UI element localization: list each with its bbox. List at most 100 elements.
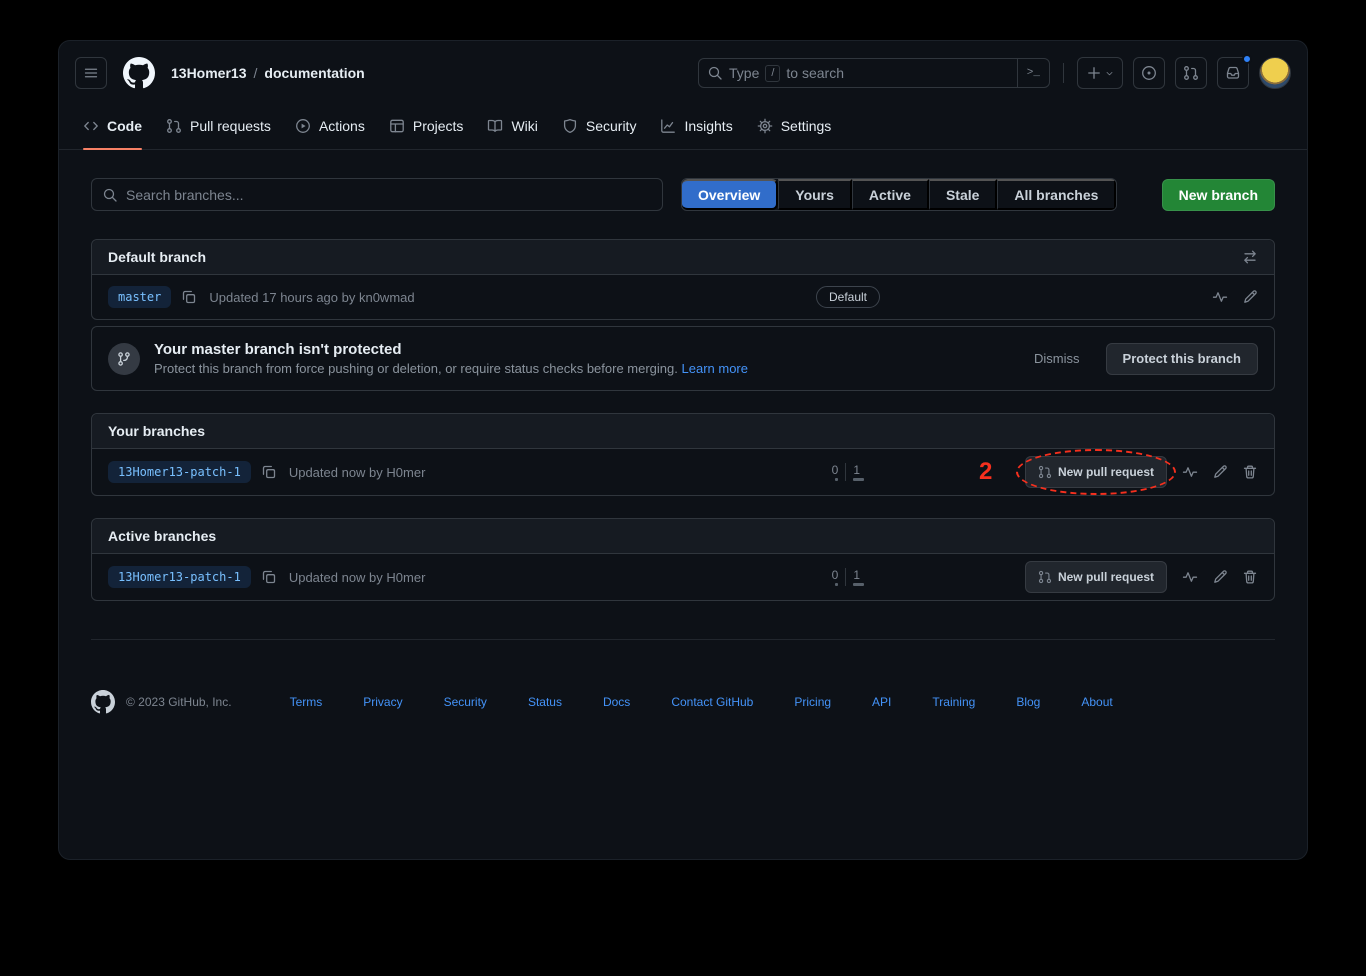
footer-link-pricing[interactable]: Pricing <box>794 695 831 709</box>
rename-branch-button[interactable] <box>1242 289 1258 305</box>
git-pull-request-icon <box>1183 65 1199 81</box>
graph-icon <box>660 118 676 134</box>
branches-toolbar: Overview Yours Active Stale All branches… <box>91 178 1275 211</box>
footer-link-docs[interactable]: Docs <box>603 695 630 709</box>
branch-name-link[interactable]: 13Homer13-patch-1 <box>108 461 251 483</box>
filter-active[interactable]: Active <box>852 179 929 210</box>
pencil-icon <box>1242 289 1258 305</box>
chevron-down-icon <box>1105 69 1114 78</box>
new-pull-request-button[interactable]: New pull request <box>1025 561 1167 593</box>
branch-activity-button[interactable] <box>1182 464 1198 480</box>
new-pull-request-button[interactable]: New pull request <box>1025 456 1167 488</box>
filter-all-branches[interactable]: All branches <box>997 179 1116 210</box>
gear-icon <box>757 118 773 134</box>
copyright-text: © 2023 GitHub, Inc. <box>126 695 232 709</box>
breadcrumb-owner[interactable]: 13Homer13 <box>171 65 247 81</box>
pulse-icon <box>1212 289 1228 305</box>
footer-link-privacy[interactable]: Privacy <box>363 695 402 709</box>
breadcrumb-separator: / <box>254 65 258 81</box>
git-pull-request-icon <box>1038 570 1052 584</box>
footer-link-api[interactable]: API <box>872 695 891 709</box>
copy-branch-button[interactable] <box>181 289 197 305</box>
protect-branch-button[interactable]: Protect this branch <box>1106 343 1258 375</box>
pulse-icon <box>1182 569 1198 585</box>
tab-pull-requests[interactable]: Pull requests <box>158 103 279 149</box>
row-icon-actions <box>1182 569 1258 585</box>
arrow-switch-icon <box>1242 249 1258 265</box>
git-pull-request-icon <box>1038 465 1052 479</box>
branch-activity-button[interactable] <box>1182 569 1198 585</box>
footer-link-terms[interactable]: Terms <box>290 695 323 709</box>
footer-link-training[interactable]: Training <box>932 695 975 709</box>
branch-search-input[interactable] <box>126 187 652 203</box>
rename-branch-button[interactable] <box>1212 464 1228 480</box>
tab-insights[interactable]: Insights <box>652 103 740 149</box>
inbox-button[interactable] <box>1217 57 1249 89</box>
slash-keycap: / <box>765 65 780 82</box>
row-actions <box>888 289 1258 305</box>
plus-icon <box>1086 65 1102 81</box>
pencil-icon <box>1212 569 1228 585</box>
branch-name-link[interactable]: master <box>108 286 171 308</box>
behind-number: 0 <box>832 463 839 477</box>
global-search-input[interactable]: Type / to search >_ <box>698 58 1050 88</box>
trash-icon <box>1242 569 1258 585</box>
global-menu-button[interactable] <box>75 57 107 89</box>
branch-filter-segments: Overview Yours Active Stale All branches <box>681 178 1117 211</box>
branch-activity-button[interactable] <box>1212 289 1228 305</box>
your-branches-panel: Your branches 13Homer13-patch-1 Updated … <box>91 413 1275 496</box>
behind-bar <box>835 478 838 481</box>
footer-link-status[interactable]: Status <box>528 695 562 709</box>
tab-wiki[interactable]: Wiki <box>479 103 545 149</box>
branch-name-link[interactable]: 13Homer13-patch-1 <box>108 566 251 588</box>
filter-overview[interactable]: Overview <box>682 179 778 210</box>
copy-branch-button[interactable] <box>261 464 277 480</box>
global-header: 13Homer13 / documentation Type / to sear… <box>59 41 1307 103</box>
app-window: 13Homer13 / documentation Type / to sear… <box>58 40 1308 860</box>
branch-protection-notice: Your master branch isn't protected Prote… <box>91 326 1275 391</box>
dismiss-link[interactable]: Dismiss <box>1034 351 1080 366</box>
tab-label: Actions <box>319 118 365 134</box>
filter-stale[interactable]: Stale <box>929 179 997 210</box>
git-pull-request-icon <box>166 118 182 134</box>
filter-yours[interactable]: Yours <box>778 179 852 210</box>
inbox-icon <box>1225 65 1241 81</box>
behind-count: 0 <box>825 463 846 481</box>
issues-button[interactable] <box>1133 57 1165 89</box>
footer-link-about[interactable]: About <box>1081 695 1112 709</box>
copy-branch-button[interactable] <box>261 569 277 585</box>
footer-link-security[interactable]: Security <box>444 695 487 709</box>
code-icon <box>83 118 99 134</box>
breadcrumb: 13Homer13 / documentation <box>171 65 365 81</box>
footer-link-contact-github[interactable]: Contact GitHub <box>671 695 753 709</box>
default-badge: Default <box>816 286 880 308</box>
pull-requests-button[interactable] <box>1175 57 1207 89</box>
search-icon <box>707 65 723 81</box>
copy-icon <box>181 289 197 305</box>
delete-branch-button[interactable] <box>1242 464 1258 480</box>
notification-dot <box>1242 54 1252 64</box>
active-branches-panel: Active branches 13Homer13-patch-1 Update… <box>91 518 1275 601</box>
panel-title: Default branch <box>108 249 206 265</box>
tab-projects[interactable]: Projects <box>381 103 472 149</box>
tab-actions[interactable]: Actions <box>287 103 373 149</box>
footer-link-blog[interactable]: Blog <box>1016 695 1040 709</box>
tab-label: Insights <box>684 118 732 134</box>
github-logo-icon[interactable] <box>123 57 155 89</box>
delete-branch-button[interactable] <box>1242 569 1258 585</box>
rename-branch-button[interactable] <box>1212 569 1228 585</box>
ahead-bar <box>853 478 864 481</box>
learn-more-link[interactable]: Learn more <box>682 361 748 376</box>
compare-branches-button[interactable] <box>1242 249 1258 265</box>
command-palette-button[interactable]: >_ <box>1017 59 1049 87</box>
branch-row: 13Homer13-patch-1 Updated now by H0mer 0 <box>92 554 1274 600</box>
tab-settings[interactable]: Settings <box>749 103 840 149</box>
breadcrumb-repo[interactable]: documentation <box>264 65 364 81</box>
tab-code[interactable]: Code <box>75 103 150 149</box>
avatar[interactable] <box>1259 57 1291 89</box>
tab-security[interactable]: Security <box>554 103 645 149</box>
create-new-button[interactable] <box>1077 57 1123 89</box>
new-branch-button[interactable]: New branch <box>1162 179 1275 211</box>
row-actions: 2 New pull request <box>888 456 1258 488</box>
tab-label: Pull requests <box>190 118 271 134</box>
